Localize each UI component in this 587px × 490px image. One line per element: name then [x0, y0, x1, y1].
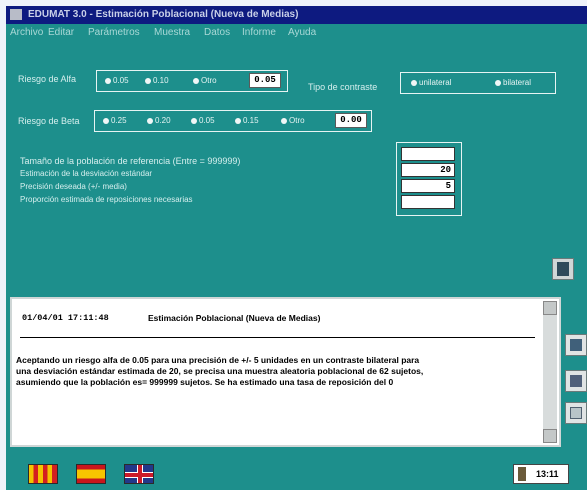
alpha-option-010[interactable]: 0.10	[145, 76, 169, 85]
save-icon	[570, 375, 582, 387]
beta-option-025-label: 0.25	[111, 116, 127, 125]
alpha-label: Riesgo de Alfa	[18, 74, 77, 84]
app-window: EDUMAT 3.0 - Estimación Poblacional (Nue…	[6, 6, 587, 490]
alpha-input[interactable]: 0.05	[249, 73, 281, 88]
radio-icon	[147, 118, 153, 124]
beta-input[interactable]: 0.00	[335, 113, 367, 128]
beta-option-015[interactable]: 0.15	[235, 116, 259, 125]
radio-icon	[495, 80, 501, 86]
contrast-option-unilateral-label: unilateral	[419, 78, 452, 87]
catalan-language-button[interactable]	[28, 464, 58, 484]
alpha-option-010-label: 0.10	[153, 76, 169, 85]
contrast-option-bilateral-label: bilateral	[503, 78, 532, 87]
report-datetime: 01/04/01 17:11:48	[22, 313, 109, 323]
report-scrollbar[interactable]	[543, 301, 557, 443]
alpha-group: 0.05 0.10 Otro 0.05	[96, 70, 288, 92]
beta-option-020-label: 0.20	[155, 116, 171, 125]
english-language-button[interactable]	[124, 464, 154, 484]
radio-icon	[145, 78, 151, 84]
scroll-up-button[interactable]	[543, 301, 557, 315]
disk-button[interactable]	[565, 402, 587, 424]
clock: 13:11	[513, 464, 569, 484]
params-group: 20 5	[396, 142, 462, 216]
beta-option-025[interactable]: 0.25	[103, 116, 127, 125]
printer-icon	[570, 339, 582, 351]
calculator-icon	[557, 262, 569, 276]
report-body: Aceptando un riesgo alfa de 0.05 para un…	[16, 355, 534, 388]
contrast-label: Tipo de contraste	[308, 82, 378, 92]
save-button[interactable]	[565, 370, 587, 392]
radio-icon	[235, 118, 241, 124]
menu-editar[interactable]: Editar	[48, 24, 74, 42]
report-line: Aceptando un riesgo alfa de 0.05 para un…	[16, 355, 420, 365]
disk-icon	[570, 407, 582, 419]
contrast-option-unilateral[interactable]: unilateral	[411, 78, 451, 87]
radio-icon	[105, 78, 111, 84]
beta-option-otro-label: Otro	[289, 116, 305, 125]
hourglass-icon	[518, 467, 526, 481]
population-size-label: Tamaño de la población de referencia (En…	[20, 156, 241, 166]
window-title: EDUMAT 3.0 - Estimación Poblacional (Nue…	[28, 9, 299, 20]
beta-option-020[interactable]: 0.20	[147, 116, 171, 125]
radio-icon	[191, 118, 197, 124]
alpha-option-005[interactable]: 0.05	[105, 76, 129, 85]
report-heading: Estimación Poblacional (Nueva de Medias)	[148, 313, 321, 323]
beta-option-otro[interactable]: Otro	[281, 116, 305, 125]
report-time: 17:11:48	[67, 313, 109, 323]
precision-label: Precisión deseada (+/- media)	[20, 182, 127, 191]
print-button[interactable]	[565, 334, 587, 356]
radio-icon	[103, 118, 109, 124]
menu-ayuda[interactable]: Ayuda	[288, 24, 316, 42]
calculate-button[interactable]	[552, 258, 574, 280]
population-size-input[interactable]	[401, 147, 455, 161]
radio-icon	[281, 118, 287, 124]
report-panel[interactable]: 01/04/01 17:11:48 Estimación Poblacional…	[10, 297, 561, 447]
system-menu-icon[interactable]	[10, 9, 22, 20]
beta-label: Riesgo de Beta	[18, 116, 80, 126]
report-divider	[20, 337, 535, 338]
menu-informe[interactable]: Informe	[242, 24, 276, 42]
report-line: una desviación estándar estimada de 20, …	[16, 366, 424, 376]
contrast-option-bilateral[interactable]: bilateral	[495, 78, 531, 87]
precision-input[interactable]: 5	[401, 179, 455, 193]
title-bar: EDUMAT 3.0 - Estimación Poblacional (Nue…	[6, 6, 587, 24]
alpha-option-otro[interactable]: Otro	[193, 76, 217, 85]
report-line: asumiendo que la población es= 999999 su…	[16, 377, 394, 387]
menu-datos[interactable]: Datos	[204, 24, 230, 42]
beta-option-005-label: 0.05	[199, 116, 215, 125]
scroll-down-button[interactable]	[543, 429, 557, 443]
menu-bar: Archivo Editar Parámetros Muestra Datos …	[6, 24, 587, 42]
std-deviation-label: Estimación de la desviación estándar	[20, 169, 153, 178]
replacement-rate-label: Proporción estimada de reposiciones nece…	[20, 195, 193, 204]
beta-group: 0.25 0.20 0.05 0.15 Otro 0.00	[94, 110, 372, 132]
alpha-option-005-label: 0.05	[113, 76, 129, 85]
menu-parametros[interactable]: Parámetros	[88, 24, 140, 42]
report-date: 01/04/01	[22, 313, 63, 323]
menu-archivo[interactable]: Archivo	[10, 24, 43, 42]
spanish-language-button[interactable]	[76, 464, 106, 484]
menu-muestra[interactable]: Muestra	[154, 24, 190, 42]
contrast-group: unilateral bilateral	[400, 72, 556, 94]
flag-cross-h-red	[125, 473, 153, 477]
beta-option-005[interactable]: 0.05	[191, 116, 215, 125]
alpha-option-otro-label: Otro	[201, 76, 217, 85]
beta-option-015-label: 0.15	[243, 116, 259, 125]
std-deviation-input[interactable]: 20	[401, 163, 455, 177]
radio-icon	[193, 78, 199, 84]
clock-time: 13:11	[536, 469, 559, 479]
radio-icon	[411, 80, 417, 86]
replacement-rate-input[interactable]	[401, 195, 455, 209]
